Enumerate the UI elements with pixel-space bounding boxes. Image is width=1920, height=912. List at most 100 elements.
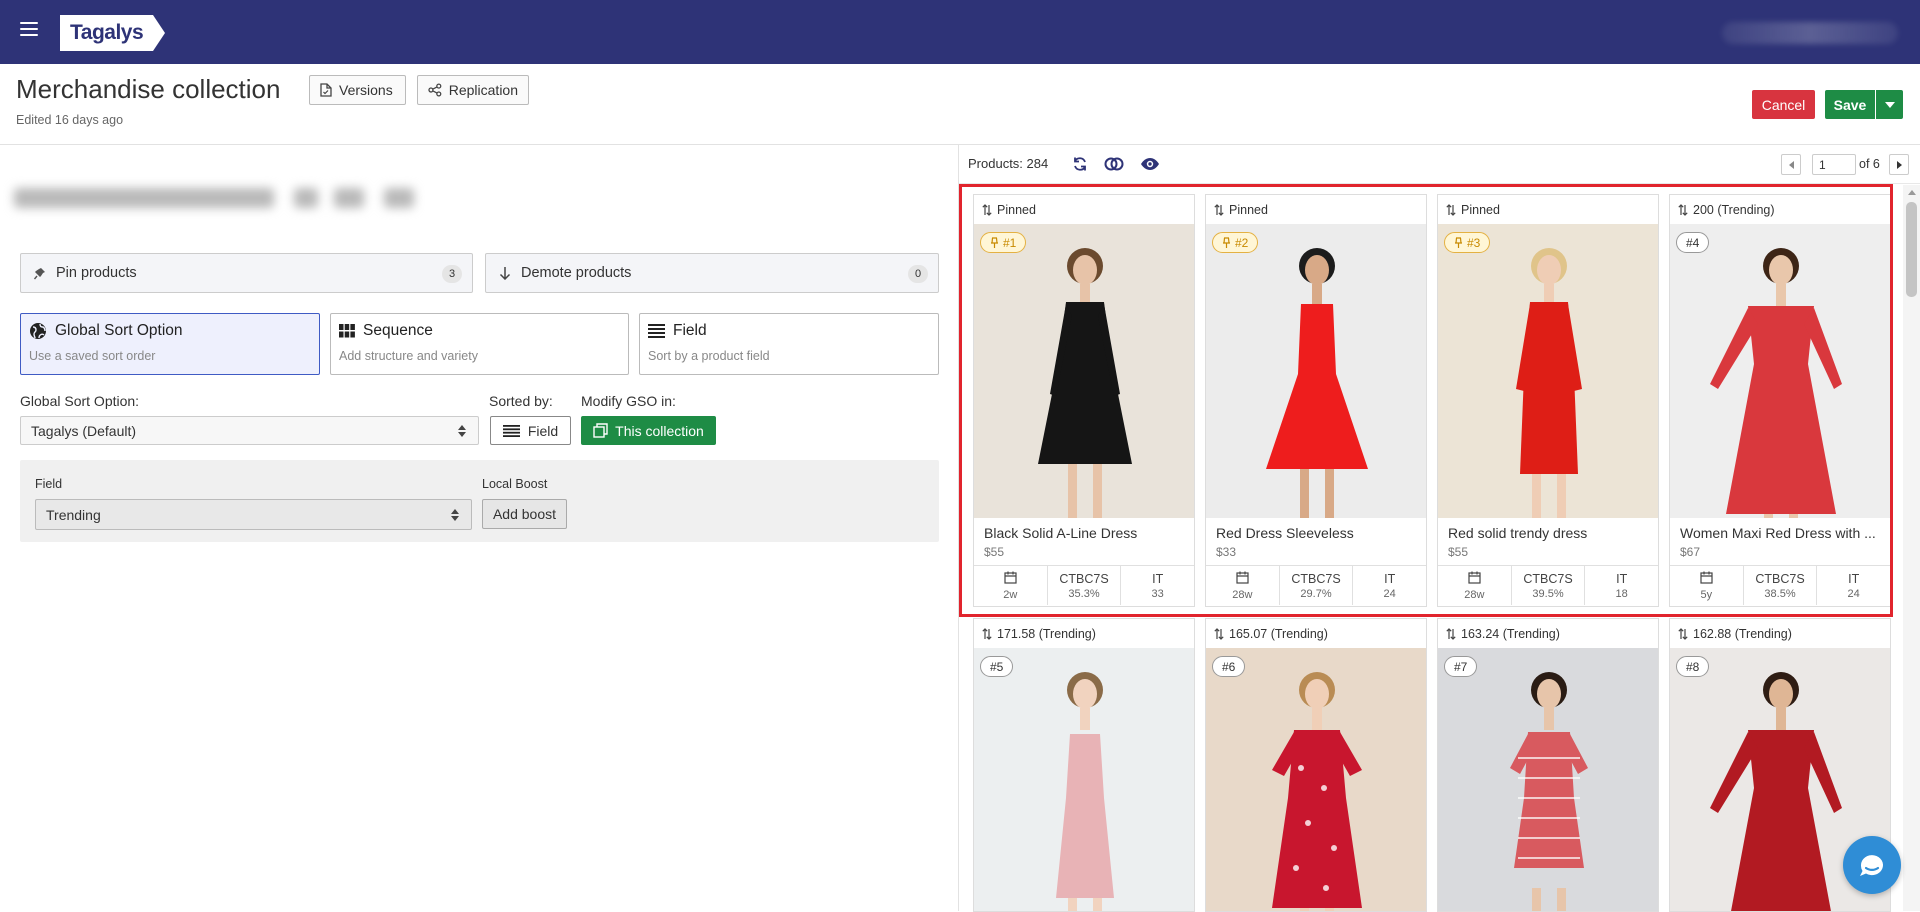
product-price: $67 — [1680, 545, 1701, 559]
rank-badge: #4 — [1676, 232, 1710, 253]
rank-label: #3 — [1467, 235, 1481, 250]
calendar-icon — [1004, 571, 1017, 587]
panel-divider — [958, 145, 959, 911]
arrow-down-icon — [498, 266, 512, 280]
stat-value: 39.5% — [1532, 587, 1564, 600]
product-card[interactable]: 163.24 (Trending) #7 — [1437, 618, 1659, 912]
versions-button[interactable]: Versions — [309, 75, 406, 105]
stat-cell: IT 18 — [1585, 566, 1658, 605]
stat-cell: CTBC7S 35.3% — [1048, 566, 1122, 605]
menu-icon[interactable] — [20, 22, 38, 36]
product-image[interactable]: #3 — [1438, 224, 1658, 518]
stat-cell: IT 24 — [1353, 566, 1426, 605]
next-page-button[interactable] — [1889, 154, 1909, 175]
modify-gso-value: This collection — [615, 422, 704, 439]
demote-products-button[interactable]: Demote products 0 — [485, 253, 939, 293]
gso-select[interactable]: Tagalys (Default) — [20, 416, 479, 445]
user-menu[interactable] — [1722, 22, 1898, 44]
pin-icon — [1455, 237, 1462, 248]
page-number-input[interactable]: 1 — [1812, 154, 1856, 175]
prev-page-button[interactable] — [1781, 154, 1801, 175]
sort-score: 165.07 (Trending) — [1229, 626, 1328, 641]
pin-icon — [33, 267, 47, 280]
sort-option-title: Global Sort Option — [55, 322, 183, 339]
product-card[interactable]: Pinned #1 Black Solid A-Line Dress $55 2w CTB… — [973, 194, 1195, 607]
product-card[interactable]: Pinned #3 Red solid trendy dress $55 28w CTBC… — [1437, 194, 1659, 607]
stat-value: 28w — [1232, 588, 1253, 601]
page-total: of 6 — [1859, 157, 1880, 171]
sort-option-field[interactable]: Field Sort by a product field — [639, 313, 939, 375]
product-name[interactable]: Red solid trendy dress — [1438, 518, 1658, 543]
rank-badge: #6 — [1212, 656, 1246, 677]
cancel-button[interactable]: Cancel — [1752, 90, 1815, 119]
field-label: Field — [35, 477, 63, 491]
compare-icon[interactable] — [1104, 156, 1124, 172]
product-image[interactable]: #6 — [1206, 648, 1426, 911]
product-name[interactable]: Red Dress Sleeveless — [1206, 518, 1426, 543]
demote-products-label: Demote products — [521, 265, 632, 281]
rank-badge[interactable]: #3 — [1444, 232, 1491, 253]
replication-button[interactable]: Replication — [417, 75, 529, 105]
card-sort-info: 200 (Trending) — [1670, 195, 1890, 224]
save-options-dropdown[interactable] — [1876, 90, 1903, 119]
stat-key: IT — [1848, 571, 1860, 586]
scroll-up-icon[interactable] — [1908, 190, 1916, 195]
stat-value: 38.5% — [1764, 587, 1796, 600]
product-card[interactable]: 200 (Trending) #4 Women Maxi Red Dress wit… — [1669, 194, 1891, 607]
sort-icon — [982, 627, 992, 640]
chat-button[interactable] — [1843, 836, 1901, 894]
list-icon — [648, 324, 665, 338]
product-name[interactable]: Women Maxi Red Dress with ... — [1670, 518, 1890, 543]
sort-score: 200 (Trending) — [1693, 202, 1775, 217]
stat-age: 28w — [1438, 566, 1512, 605]
product-card[interactable]: Pinned #2 Red Dress Sleeveless $33 28w CTBC7S… — [1205, 194, 1427, 607]
header-divider — [0, 144, 1920, 145]
product-image[interactable]: #2 — [1206, 224, 1426, 518]
products-count: Products: 284 — [968, 156, 1049, 171]
rank-badge[interactable]: #2 — [1212, 232, 1259, 253]
stat-age: 5y — [1670, 566, 1744, 605]
stat-key: IT — [1384, 571, 1396, 586]
sorted-by-value: Field — [527, 422, 559, 439]
chevron-left-icon — [1788, 160, 1794, 169]
pin-products-button[interactable]: Pin products 3 — [20, 253, 473, 293]
sorted-by-field-button[interactable]: Field — [490, 416, 571, 445]
rank-badge[interactable]: #1 — [980, 232, 1027, 253]
tagalys-logo[interactable]: Tagalys — [60, 15, 166, 51]
product-card[interactable]: 165.07 (Trending) #6 — [1205, 618, 1427, 912]
this-collection-button[interactable]: This collection — [581, 416, 716, 445]
scroll-thumb[interactable] — [1906, 202, 1917, 297]
product-name[interactable]: Black Solid A-Line Dress — [974, 518, 1194, 543]
product-card[interactable]: 171.58 (Trending) #5 — [973, 618, 1195, 912]
sort-option-desc: Sort by a product field — [648, 349, 770, 363]
product-image[interactable]: #7 — [1438, 648, 1658, 911]
sort-option-global[interactable]: Global Sort Option Use a saved sort orde… — [20, 313, 320, 375]
stat-value: 35.3% — [1068, 587, 1100, 600]
rank-badge: #7 — [1444, 656, 1478, 677]
sort-option-sequence[interactable]: Sequence Add structure and variety — [330, 313, 629, 375]
stat-cell: IT 33 — [1121, 566, 1194, 605]
redacted-toolbar — [14, 180, 454, 216]
rank-label: #5 — [990, 659, 1004, 674]
field-select[interactable]: Trending — [35, 499, 472, 530]
card-sort-info: 163.24 (Trending) — [1438, 619, 1658, 648]
refresh-icon[interactable] — [1072, 156, 1088, 172]
calendar-icon — [1236, 571, 1249, 587]
sort-icon — [1678, 203, 1688, 216]
eye-icon[interactable] — [1140, 156, 1160, 172]
select-arrows-icon — [451, 509, 459, 521]
save-button[interactable]: Save — [1825, 90, 1875, 119]
document-icon — [320, 83, 332, 97]
chevron-right-icon — [1896, 160, 1902, 169]
product-stats: 28w CTBC7S 29.7% IT 24 — [1206, 565, 1426, 605]
modify-gso-label: Modify GSO in: — [581, 393, 676, 409]
product-image[interactable]: #4 — [1670, 224, 1890, 518]
add-boost-button[interactable]: Add boost — [482, 499, 567, 529]
sort-score: Pinned — [997, 202, 1036, 217]
product-image[interactable]: #5 — [974, 648, 1194, 911]
scrollbar[interactable] — [1903, 185, 1920, 911]
stat-key: CTBC7S — [1291, 571, 1341, 586]
product-image[interactable]: #1 — [974, 224, 1194, 518]
card-sort-info: Pinned — [1206, 195, 1426, 224]
local-boost-label: Local Boost — [482, 477, 548, 491]
